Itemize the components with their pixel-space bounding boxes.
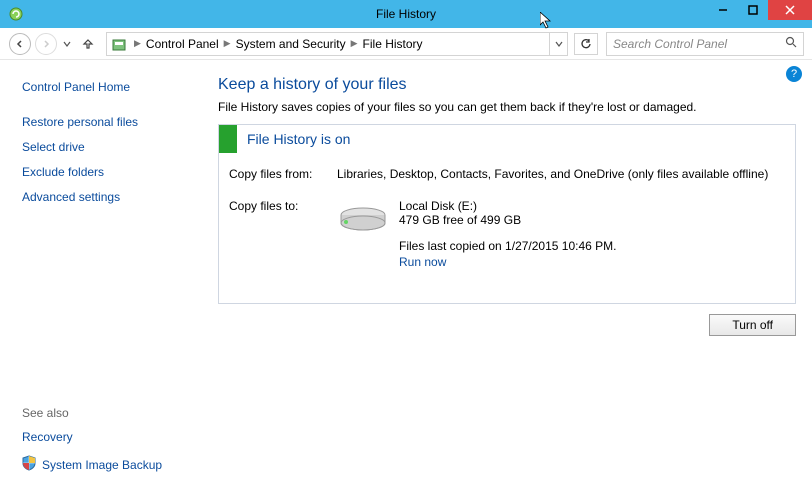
back-button[interactable] <box>8 32 32 56</box>
copy-from-value: Libraries, Desktop, Contacts, Favorites,… <box>337 167 785 181</box>
address-dropdown[interactable] <box>549 33 567 55</box>
restore-files-link[interactable]: Restore personal files <box>22 115 208 129</box>
status-header: File History is on <box>219 125 795 153</box>
drive-name: Local Disk (E:) <box>399 199 616 213</box>
breadcrumb-item[interactable]: Control Panel <box>146 37 219 51</box>
window-buttons <box>708 0 812 20</box>
status-box: File History is on Copy files from: Libr… <box>218 124 796 304</box>
drive-icon <box>337 201 389 237</box>
search-icon[interactable] <box>785 36 797 51</box>
main-panel: Keep a history of your files File Histor… <box>208 60 812 501</box>
up-button[interactable] <box>76 32 100 56</box>
drive-free-space: 479 GB free of 499 GB <box>399 213 616 227</box>
content-area: ? Control Panel Home Restore personal fi… <box>0 60 812 501</box>
copy-from-label: Copy files from: <box>229 167 337 181</box>
status-indicator-bar <box>219 125 237 153</box>
breadcrumb: ▶ Control Panel ▶ System and Security ▶ … <box>107 36 549 52</box>
close-button[interactable] <box>768 0 812 20</box>
app-icon <box>8 6 24 22</box>
last-copied-text: Files last copied on 1/27/2015 10:46 PM. <box>399 239 616 253</box>
titlebar: File History <box>0 0 812 28</box>
exclude-folders-link[interactable]: Exclude folders <box>22 165 208 179</box>
copy-to-label: Copy files to: <box>229 199 337 269</box>
run-now-link[interactable]: Run now <box>399 255 446 269</box>
address-bar[interactable]: ▶ Control Panel ▶ System and Security ▶ … <box>106 32 568 56</box>
shield-icon <box>22 455 36 474</box>
search-placeholder: Search Control Panel <box>613 37 785 51</box>
navbar: ▶ Control Panel ▶ System and Security ▶ … <box>0 28 812 60</box>
chevron-right-icon[interactable]: ▶ <box>221 38 234 49</box>
system-image-backup-link[interactable]: System Image Backup <box>42 458 162 472</box>
control-panel-home-link[interactable]: Control Panel Home <box>22 80 208 94</box>
turn-off-button[interactable]: Turn off <box>709 314 796 336</box>
refresh-button[interactable] <box>574 33 598 55</box>
minimize-button[interactable] <box>708 0 738 20</box>
see-also-header: See also <box>22 406 162 420</box>
forward-button[interactable] <box>34 32 58 56</box>
search-input[interactable]: Search Control Panel <box>606 32 804 56</box>
breadcrumb-item[interactable]: File History <box>363 37 423 51</box>
select-drive-link[interactable]: Select drive <box>22 140 208 154</box>
advanced-settings-link[interactable]: Advanced settings <box>22 190 208 204</box>
chevron-right-icon[interactable]: ▶ <box>348 38 361 49</box>
maximize-button[interactable] <box>738 0 768 20</box>
breadcrumb-item[interactable]: System and Security <box>236 37 346 51</box>
location-icon <box>111 36 127 52</box>
window-title: File History <box>376 7 436 21</box>
page-title: Keep a history of your files <box>218 76 796 94</box>
chevron-right-icon[interactable]: ▶ <box>131 38 144 49</box>
help-icon[interactable]: ? <box>786 66 802 82</box>
see-also-section: See also Recovery System Image Backup <box>22 406 162 483</box>
status-body: Copy files from: Libraries, Desktop, Con… <box>219 153 795 303</box>
recovery-link[interactable]: Recovery <box>22 430 162 444</box>
button-row: Turn off <box>218 314 796 336</box>
status-title: File History is on <box>237 131 350 147</box>
recent-locations-dropdown[interactable] <box>60 32 74 56</box>
sidebar: Control Panel Home Restore personal file… <box>0 60 208 501</box>
page-subtext: File History saves copies of your files … <box>218 100 796 114</box>
